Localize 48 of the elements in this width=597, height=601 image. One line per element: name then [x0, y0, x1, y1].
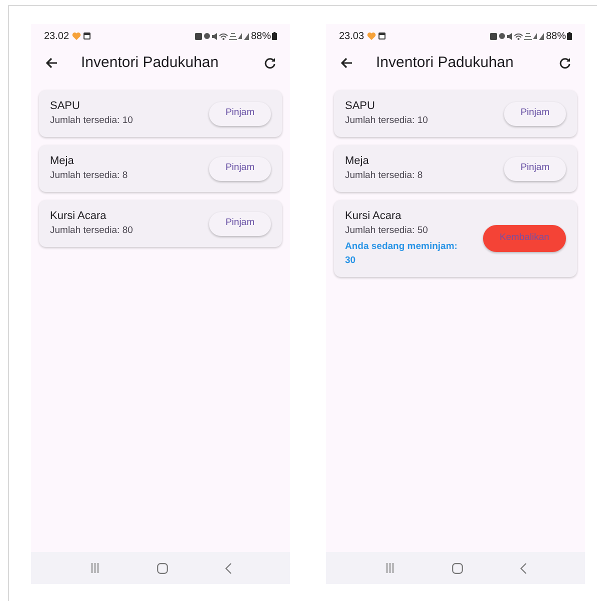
refresh-button[interactable] — [262, 55, 278, 71]
stock-text: Jumlah tersedia: 10 — [345, 114, 429, 128]
item-name: Kursi Acara — [50, 209, 108, 223]
back-arrow-icon — [340, 57, 352, 69]
home-icon[interactable] — [156, 562, 168, 574]
borrow-button[interactable]: Pinjam — [209, 212, 271, 236]
back-arrow-icon — [44, 57, 58, 69]
refresh-icon — [264, 57, 276, 69]
borrow-button[interactable]: Pinjam — [209, 156, 271, 180]
wifi-icon — [218, 32, 228, 40]
back-button[interactable] — [43, 55, 59, 71]
item-name: SAPU — [50, 99, 81, 113]
status-time: 23.02 — [44, 30, 70, 44]
battery-icon — [272, 32, 277, 40]
wifi-icon — [514, 32, 523, 40]
back-icon[interactable] — [224, 562, 232, 574]
home-icon[interactable] — [452, 562, 462, 574]
stock-text: Jumlah tersedia: 10 — [50, 114, 134, 128]
image-icon — [83, 32, 92, 40]
status-time: 23.03 — [339, 30, 364, 44]
item-name: SAPU — [345, 99, 376, 113]
heart-icon — [72, 32, 82, 40]
borrow-button[interactable]: Pinjam — [504, 102, 566, 126]
stock-text: Jumlah tersedia: 50 — [345, 224, 429, 238]
battery-percentage: 88% — [546, 30, 566, 44]
back-button[interactable] — [338, 55, 354, 71]
borrow-button[interactable]: Pinjam — [504, 156, 566, 180]
borrow-button[interactable]: Pinjam — [209, 102, 271, 126]
app-title: Inventori Padukuhan — [376, 52, 514, 73]
battery-icon — [567, 32, 572, 40]
item-name: Kursi Acara — [345, 209, 402, 223]
item-name: Meja — [50, 154, 75, 168]
back-icon[interactable] — [520, 562, 526, 574]
mute-icon — [506, 32, 512, 40]
recent-apps-icon[interactable] — [90, 563, 100, 573]
image-icon — [378, 32, 386, 40]
app-title: Inventori Padukuhan — [81, 52, 219, 73]
refresh-button[interactable] — [557, 55, 573, 71]
battery-percentage: 88% — [250, 30, 271, 44]
recent-apps-icon[interactable] — [384, 563, 394, 573]
stock-text: Jumlah tersedia: 80 — [50, 224, 134, 238]
borrow-note: Anda sedang meminjam: 30 — [345, 240, 458, 268]
item-name: Meja — [345, 154, 370, 168]
stock-text: Jumlah tersedia: 8 — [50, 169, 129, 183]
mute-icon — [212, 32, 217, 40]
heart-icon — [367, 32, 376, 40]
refresh-icon — [559, 57, 571, 69]
stock-text: Jumlah tersedia: 8 — [345, 169, 424, 183]
